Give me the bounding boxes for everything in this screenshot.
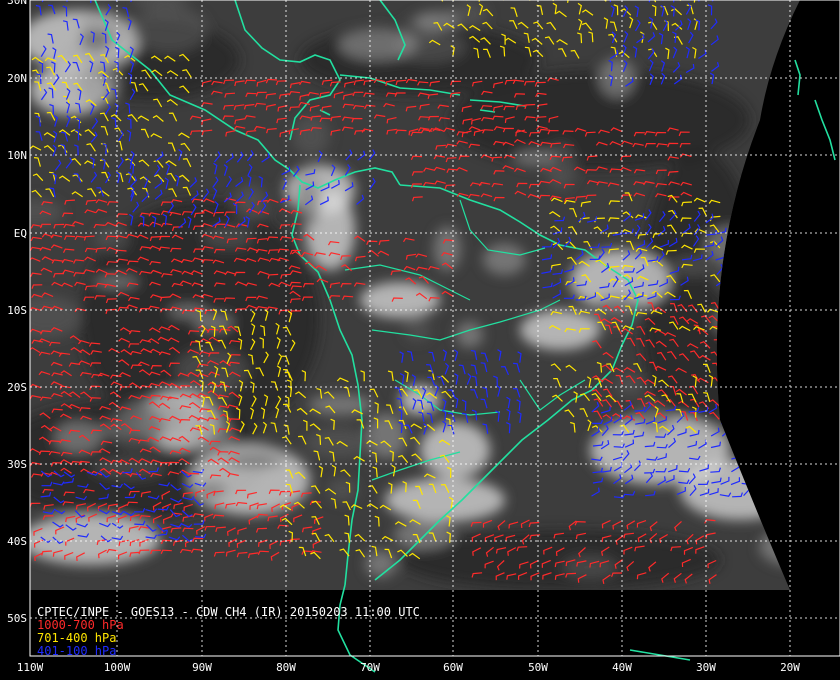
wind-barb (752, 401, 761, 411)
wind-barb (762, 474, 772, 484)
wind-barb (752, 417, 764, 424)
lon-label: 70W (360, 661, 380, 674)
lat-label: 20S (7, 381, 27, 394)
wind-barb (763, 450, 773, 460)
lat-label: 30S (7, 458, 27, 471)
wind-barb (784, 404, 795, 413)
wind-barb (786, 444, 798, 450)
legend-mid-level: 701-400 hPa (37, 631, 116, 645)
map-caption: CPTEC/INPE - GOES13 - CDW CH4 (IR) 20150… (37, 605, 420, 619)
wind-barb (773, 486, 783, 496)
wind-barb (795, 475, 800, 484)
map-canvas: 30N 20N 10N EQ 10S 20S 30S 40S 50S 110W 100W 90W 80… (7, 0, 840, 674)
lon-label: 110W (17, 661, 44, 674)
wind-barb (774, 448, 783, 460)
wind-barb (785, 476, 795, 484)
lat-label: 50S (7, 612, 27, 625)
wind-barb (765, 437, 774, 447)
wind-barb (773, 426, 782, 437)
wind-barb (743, 437, 753, 447)
wind-barb (817, 440, 827, 446)
wind-barb (808, 454, 818, 459)
lon-label: 100W (104, 661, 131, 674)
wind-barb (741, 419, 753, 425)
wind-barb (733, 406, 744, 412)
wind-barb (818, 489, 826, 497)
wind-barb (776, 478, 788, 484)
wind-barb (796, 425, 800, 436)
wind-barb (796, 487, 800, 496)
lon-label: 50W (528, 661, 548, 674)
lon-label: 40W (612, 661, 632, 674)
wind-barb (817, 418, 827, 423)
latitude-labels: 30N 20N 10N EQ 10S 20S 30S 40S 50S (7, 0, 27, 625)
wind-barb (807, 404, 816, 410)
wind-barb (818, 467, 829, 471)
wind-barb (765, 492, 777, 498)
wind-barb (775, 405, 786, 414)
lat-label: EQ (14, 227, 27, 240)
lat-label: 10N (7, 149, 27, 162)
wind-barb (818, 403, 826, 410)
lon-label: 80W (276, 661, 296, 674)
lon-label: 90W (192, 661, 212, 674)
longitude-labels: 110W 100W 90W 80W 70W 60W 50W 40W 30W 20W (17, 661, 801, 674)
wind-barb (752, 465, 763, 473)
wind-barb (753, 448, 762, 460)
wind-barb (796, 466, 800, 474)
wind-barb (741, 428, 752, 435)
wind-barb (796, 414, 800, 423)
wind-barb (806, 466, 816, 471)
wind-barb (765, 415, 774, 425)
lat-label: 30N (7, 0, 27, 7)
lat-label: 40S (7, 535, 27, 548)
lat-label: 10S (7, 304, 27, 317)
wind-barb (818, 456, 828, 460)
lon-label: 20W (780, 661, 800, 674)
satellite-map: 30N 20N 10N EQ 10S 20S 30S 40S 50S 110W 100W 90W 80… (0, 0, 840, 680)
legend-high-level: 401-100 hPa (37, 644, 116, 658)
wind-barb (721, 416, 731, 425)
legend-low-level: 1000-700 hPa (37, 618, 124, 632)
wind-barb (807, 418, 817, 422)
wind-barb (731, 444, 743, 449)
wind-barb (787, 464, 797, 473)
wind-barb (807, 491, 817, 496)
wind-barb (753, 438, 762, 449)
wind-barb (773, 414, 783, 424)
wind-barb (742, 463, 751, 473)
wind-barb (787, 421, 799, 427)
wind-barb (809, 437, 816, 447)
lon-label: 30W (696, 661, 716, 674)
lat-label: 20N (7, 72, 27, 85)
wind-barb (732, 417, 743, 426)
wind-barb (744, 453, 755, 460)
wind-barb (764, 402, 774, 412)
lon-label: 60W (443, 661, 463, 674)
